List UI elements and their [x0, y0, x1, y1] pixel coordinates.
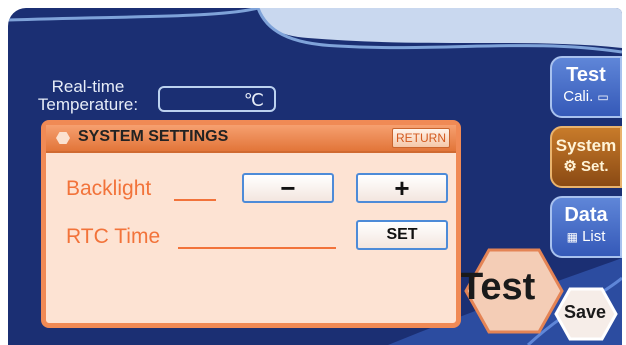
- list-icon: ▦: [566, 230, 578, 244]
- tab-system-settings[interactable]: System ⚙ Set.: [550, 126, 622, 188]
- backlight-decrease-button[interactable]: −: [242, 173, 334, 203]
- tab-data-subtitle: ▦ List: [566, 228, 606, 245]
- return-button[interactable]: RETURN: [392, 128, 450, 148]
- plus-icon: +: [394, 173, 410, 203]
- temperature-label: Real-time Temperature:: [18, 78, 158, 114]
- device-screen: Real-time Temperature: ℃ Test Cali. ▭ Sy…: [8, 8, 622, 345]
- rtc-time-field: [178, 247, 336, 249]
- test-button-label: Test: [460, 266, 536, 308]
- tab-test-title: Test: [566, 64, 606, 86]
- temperature-readout: ℃: [158, 86, 276, 112]
- save-button[interactable]: Save: [554, 286, 618, 342]
- system-settings-dialog: SYSTEM SETTINGS RETURN Backlight − + RTC…: [41, 120, 461, 328]
- monitor-icon: ▭: [597, 90, 609, 104]
- dialog-header: SYSTEM SETTINGS RETURN: [46, 125, 456, 153]
- rtc-time-label: RTC Time: [66, 225, 161, 248]
- rtc-set-button[interactable]: SET: [356, 220, 448, 250]
- tab-data-title: Data: [564, 204, 608, 226]
- save-button-label: Save: [564, 302, 607, 322]
- temperature-label-line2: Temperature:: [37, 95, 139, 114]
- tab-test-subtitle: Cali. ▭: [563, 88, 609, 105]
- backlight-label: Backlight: [66, 177, 152, 200]
- minus-icon: −: [280, 173, 296, 203]
- test-button[interactable]: Test: [460, 246, 564, 336]
- backlight-underline: [174, 199, 216, 201]
- temperature-unit: ℃: [243, 90, 264, 110]
- dialog-title: SYSTEM SETTINGS: [78, 128, 229, 145]
- tab-system-title: System: [555, 136, 617, 155]
- backlight-increase-button[interactable]: +: [356, 173, 448, 203]
- hexagon-icon: [56, 132, 70, 144]
- temperature-label-line1: Real-time: [51, 77, 125, 96]
- gear-icon: ⚙: [563, 158, 577, 175]
- tab-system-subtitle: ⚙ Set.: [563, 158, 609, 175]
- tab-test-calibration[interactable]: Test Cali. ▭: [550, 56, 622, 118]
